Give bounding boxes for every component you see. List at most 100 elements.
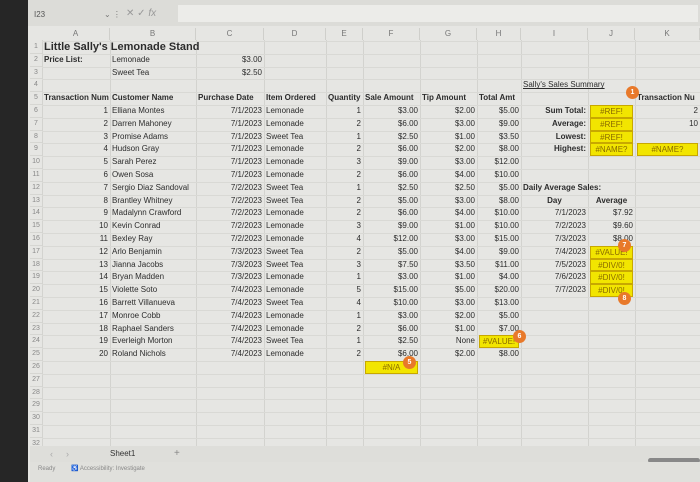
- table-cell[interactable]: $10.00: [479, 207, 519, 220]
- x-icon[interactable]: ✕: [126, 8, 134, 19]
- table-cell[interactable]: 7/4/2023: [198, 348, 262, 361]
- table-cell[interactable]: 2: [328, 118, 361, 131]
- row-header[interactable]: 29: [30, 399, 42, 413]
- column-header-k[interactable]: K: [635, 28, 700, 40]
- table-cell[interactable]: Madalynn Crawford: [112, 207, 194, 220]
- row-header[interactable]: 23: [30, 323, 42, 336]
- table-cell[interactable]: $5.00: [479, 310, 519, 323]
- table-cell[interactable]: $3.50: [479, 131, 519, 144]
- table-cell[interactable]: $5.00: [365, 195, 418, 208]
- table-cell[interactable]: $10.00: [479, 169, 519, 182]
- summary-value[interactable]: #REF!: [590, 105, 633, 118]
- table-cell[interactable]: $5.00: [422, 284, 475, 297]
- table-cell[interactable]: 4: [44, 143, 108, 156]
- row-header[interactable]: 1: [30, 41, 42, 54]
- table-cell[interactable]: Lemonade: [266, 207, 324, 220]
- table-cell[interactable]: Lemonade: [266, 220, 324, 233]
- table-cell[interactable]: 7/4/2023: [198, 323, 262, 336]
- row-header[interactable]: 9: [30, 143, 42, 157]
- table-cell[interactable]: Owen Sosa: [112, 169, 194, 182]
- row-header[interactable]: 4: [30, 79, 42, 93]
- table-cell[interactable]: 11: [44, 233, 108, 246]
- table-cell[interactable]: $1.00: [422, 271, 475, 284]
- table-cell[interactable]: Lemonade: [266, 156, 324, 169]
- column-header-a[interactable]: A: [42, 28, 110, 40]
- tab-sheet1[interactable]: Sheet1: [110, 446, 136, 463]
- row-header[interactable]: 21: [30, 297, 42, 310]
- add-sheet-button[interactable]: +: [174, 446, 180, 462]
- table-cell[interactable]: 1: [44, 105, 108, 118]
- table-cell[interactable]: 1: [328, 105, 361, 118]
- table-cell[interactable]: $9.00: [479, 246, 519, 259]
- row-header[interactable]: 27: [30, 374, 42, 387]
- table-cell[interactable]: $6.00: [365, 169, 418, 182]
- table-cell[interactable]: $8.00: [479, 195, 519, 208]
- fx-icon[interactable]: fx: [148, 8, 156, 19]
- daily-day[interactable]: 7/5/2023: [523, 259, 586, 272]
- table-cell[interactable]: None: [422, 335, 475, 348]
- table-cell[interactable]: 9: [44, 207, 108, 220]
- table-cell[interactable]: 7: [44, 182, 108, 195]
- table-cell[interactable]: Sweet Tea: [266, 131, 324, 144]
- row-header[interactable]: 6: [30, 105, 42, 118]
- column-header-g[interactable]: G: [420, 28, 477, 40]
- daily-header-average[interactable]: Average: [590, 195, 633, 208]
- table-cell[interactable]: $4.00: [479, 271, 519, 284]
- price-list-label[interactable]: Price List:: [44, 54, 108, 67]
- table-cell[interactable]: Lemonade: [266, 169, 324, 182]
- table-cell[interactable]: 5: [328, 284, 361, 297]
- table-cell[interactable]: $10.00: [479, 220, 519, 233]
- row-header[interactable]: 10: [30, 156, 42, 169]
- column-header-b[interactable]: B: [110, 28, 196, 40]
- table-cell[interactable]: 17: [44, 310, 108, 323]
- table-header[interactable]: Tip Amount: [422, 92, 475, 105]
- daily-average[interactable]: $7.92: [590, 207, 633, 220]
- table-cell[interactable]: Sweet Tea: [266, 297, 324, 310]
- table-header[interactable]: Quantity: [328, 92, 361, 105]
- column-header-c[interactable]: C: [196, 28, 264, 40]
- table-cell[interactable]: $9.00: [365, 220, 418, 233]
- table-cell[interactable]: $2.00: [422, 143, 475, 156]
- table-cell[interactable]: $3.00: [365, 105, 418, 118]
- table-cell[interactable]: 3: [328, 156, 361, 169]
- table-cell[interactable]: $3.50: [422, 259, 475, 272]
- table-cell[interactable]: Lemonade: [266, 105, 324, 118]
- table-cell[interactable]: Lemonade: [266, 310, 324, 323]
- table-cell[interactable]: Monroe Cobb: [112, 310, 194, 323]
- table-cell[interactable]: 7/2/2023: [198, 220, 262, 233]
- summary-transaction-value[interactable]: #NAME?: [637, 143, 698, 157]
- table-cell[interactable]: 12: [44, 246, 108, 259]
- table-cell[interactable]: 15: [44, 284, 108, 297]
- table-header[interactable]: Sale Amount: [365, 92, 418, 105]
- table-cell[interactable]: $3.00: [422, 156, 475, 169]
- daily-day[interactable]: 7/7/2023: [523, 284, 586, 297]
- table-cell[interactable]: $5.00: [479, 182, 519, 195]
- row-header[interactable]: 13: [30, 195, 42, 208]
- daily-day[interactable]: 7/3/2023: [523, 233, 586, 246]
- next-sheet-icon[interactable]: ›: [66, 446, 69, 462]
- table-cell[interactable]: 7/3/2023: [198, 259, 262, 272]
- daily-day[interactable]: 7/2/2023: [523, 220, 586, 233]
- table-cell[interactable]: 7/1/2023: [198, 156, 262, 169]
- table-header[interactable]: Customer Name: [112, 92, 194, 105]
- table-cell[interactable]: Kevin Conrad: [112, 220, 194, 233]
- table-cell[interactable]: $8.00: [479, 348, 519, 361]
- table-cell[interactable]: $15.00: [365, 284, 418, 297]
- table-cell[interactable]: $1.00: [422, 131, 475, 144]
- table-cell[interactable]: $6.00: [365, 207, 418, 220]
- row-header[interactable]: 31: [30, 425, 42, 438]
- summary-value[interactable]: #NAME?: [590, 143, 633, 157]
- daily-average[interactable]: #DIV/0!: [590, 271, 633, 285]
- row-header[interactable]: 19: [30, 271, 42, 285]
- table-cell[interactable]: Sweet Tea: [266, 335, 324, 348]
- table-cell[interactable]: 1: [328, 271, 361, 284]
- table-cell[interactable]: $4.00: [422, 207, 475, 220]
- summary-label[interactable]: Sum Total:: [523, 105, 586, 118]
- table-cell[interactable]: 18: [44, 323, 108, 336]
- row-header[interactable]: 5: [30, 92, 42, 105]
- table-cell[interactable]: 2: [328, 169, 361, 182]
- table-cell[interactable]: $9.00: [479, 118, 519, 131]
- table-cell[interactable]: Bexley Ray: [112, 233, 194, 246]
- table-cell[interactable]: 3: [328, 220, 361, 233]
- row-header[interactable]: 18: [30, 259, 42, 272]
